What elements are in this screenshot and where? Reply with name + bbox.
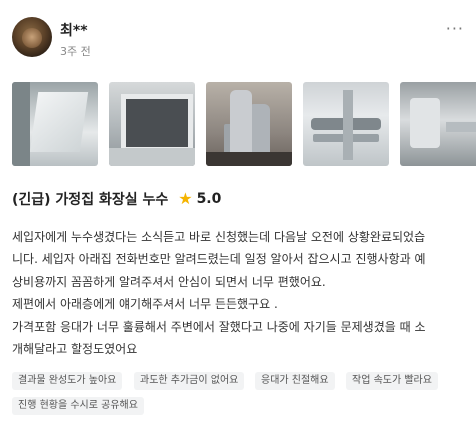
rating-value: 5.0 xyxy=(196,191,222,207)
more-options-icon[interactable]: ··· xyxy=(446,21,464,37)
review-body-line: 세입자에게 누수생겼다는 소식듣고 바로 신청했는데 다음날 오전에 상황완료되… xyxy=(12,230,426,244)
review-body: 세입자에게 누수생겼다는 소식듣고 바로 신청했는데 다음날 오전에 상황완료되… xyxy=(12,226,462,360)
review-photo[interactable] xyxy=(12,82,98,166)
review-title: (긴급) 가정집 화장실 누수 xyxy=(12,192,169,208)
user-name: 최** xyxy=(60,23,88,39)
review-photo[interactable] xyxy=(303,82,389,166)
review-tag[interactable]: 결과물 완성도가 높아요 xyxy=(12,372,123,390)
review-card: 최** 3주 전 ··· (긴급) 가정집 화장실 누수 ★ 5.0 세입자에게… xyxy=(0,0,476,444)
user-avatar[interactable] xyxy=(12,17,52,57)
review-tag[interactable]: 진행 현황을 수시로 공유해요 xyxy=(12,397,144,415)
review-body-line: 개해달라고 할정도였어요 xyxy=(12,342,138,357)
review-body-line: 니다. 세입자 아래집 전화번호만 알려드렸는데 일정 알아서 잡으시고 진행사… xyxy=(12,252,426,267)
review-body-line: 가격포함 응대가 너무 훌륭해서 주변에서 잘했다고 나중에 자기들 문제생겼을… xyxy=(12,319,426,334)
review-time: 3주 전 xyxy=(60,45,91,58)
review-tag[interactable]: 작업 속도가 빨라요 xyxy=(346,372,438,390)
review-photo[interactable] xyxy=(400,82,476,166)
review-body-line: 상비용까지 꼼꼼하게 알려주셔서 안심이 되면서 너무 편했어요. xyxy=(12,274,326,289)
review-tag[interactable]: 과도한 추가금이 없어요 xyxy=(134,372,245,390)
review-title-row: (긴급) 가정집 화장실 누수 ★ 5.0 xyxy=(12,189,221,209)
star-icon: ★ xyxy=(178,189,193,208)
review-photo[interactable] xyxy=(206,82,292,166)
review-photo[interactable] xyxy=(109,82,195,166)
photo-strip[interactable] xyxy=(12,82,476,166)
review-tag[interactable]: 응대가 친절해요 xyxy=(255,372,335,390)
review-body-line: 제편에서 아래층에게 얘기해주셔서 너무 든든했구요 . xyxy=(12,297,278,312)
